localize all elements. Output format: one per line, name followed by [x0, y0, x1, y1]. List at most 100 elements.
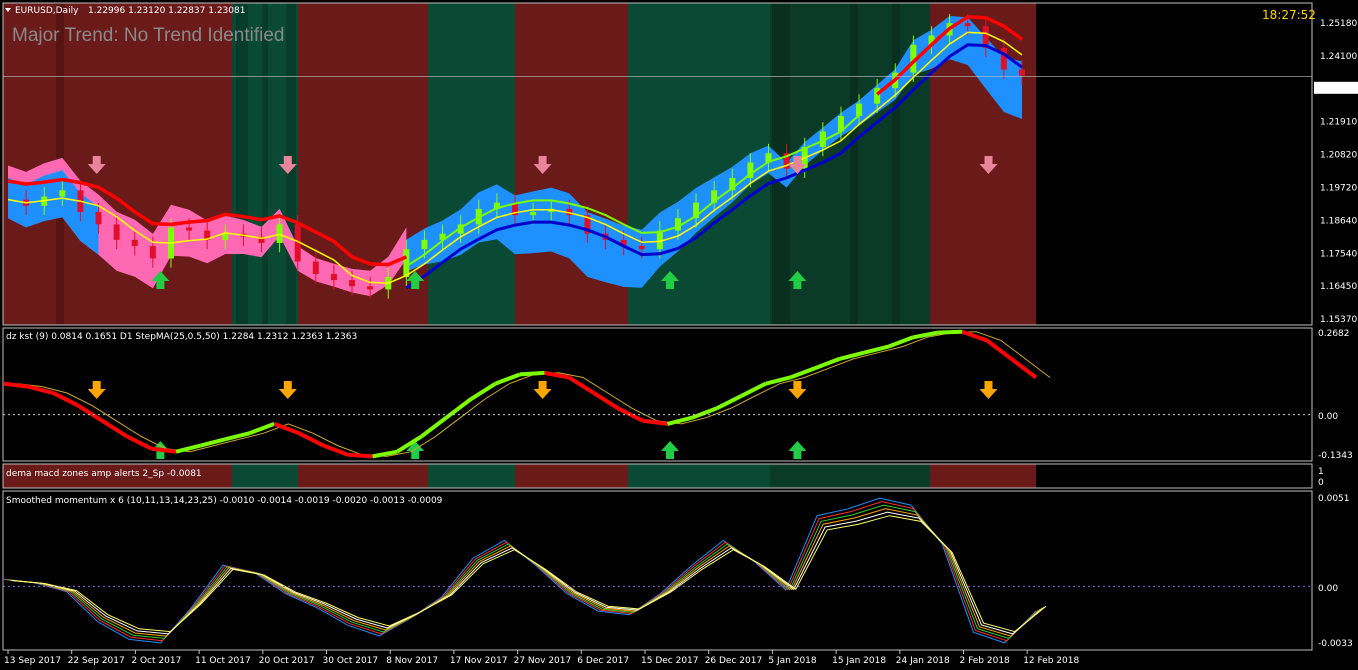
- kst-title: dz kst (9) 0.0814 0.1651 D1 StepMA(25,0.…: [6, 332, 357, 342]
- date-label: 11 Oct 2017: [195, 656, 251, 666]
- candle-body: [1019, 69, 1025, 76]
- date-label: 17 Nov 2017: [450, 656, 508, 666]
- momentum-line: [11, 511, 1045, 635]
- clock-label: 18:27:52: [1262, 8, 1316, 22]
- price-tick-label: 1.17540: [1320, 249, 1357, 259]
- candle-body: [222, 233, 229, 240]
- date-label: 27 Nov 2017: [514, 656, 572, 666]
- kst-line: [666, 415, 693, 426]
- zone-stripe: [262, 3, 268, 325]
- momentum-line: [5, 501, 1039, 642]
- kst-line: [76, 403, 104, 423]
- price-tick-label: 1.24100: [1320, 52, 1357, 62]
- kst-down-arrow: [87, 381, 106, 399]
- macd-zone-band: [930, 464, 1036, 488]
- kst-line: [544, 370, 570, 380]
- momentum-tick-label: 0.00: [1318, 584, 1338, 594]
- candle-body: [367, 286, 374, 290]
- ohlc-label: 1.22996 1.23120 1.22837 1.23081: [88, 6, 245, 16]
- price-tick-label: 1.23081: [1320, 85, 1357, 95]
- candle-body: [312, 261, 319, 274]
- macd-zone-band: [628, 464, 770, 488]
- date-label: 22 Sep 2017: [68, 656, 125, 666]
- kst-tick-label: 0.2682: [1318, 329, 1350, 339]
- kst-down-arrow: [788, 381, 807, 399]
- kst-line: [125, 434, 153, 451]
- price-tick-label: 1.20820: [1320, 151, 1357, 161]
- date-label: 15 Jan 2018: [832, 656, 886, 666]
- kst-line: [347, 452, 373, 459]
- price-tick-label: 1.21910: [1320, 118, 1357, 128]
- kst-signal-line: [17, 331, 1051, 457]
- candle-body: [964, 23, 971, 27]
- kst-line: [568, 375, 595, 395]
- candle-body: [403, 249, 410, 278]
- date-label: 20 Oct 2017: [259, 656, 315, 666]
- kst-line: [887, 335, 914, 349]
- kst-line: [1010, 357, 1038, 380]
- price-tick-label: 1.25180: [1320, 19, 1357, 29]
- price-tick-label: 1.15370: [1320, 315, 1357, 325]
- pane-border: [2, 490, 1313, 651]
- macd-zone-band: [298, 464, 428, 488]
- symbol-label: EURUSD,Daily: [15, 6, 79, 16]
- trend-status: Major Trend: No Trend Identified: [12, 25, 284, 46]
- date-label: 26 Dec 2017: [705, 656, 763, 666]
- kst-line: [838, 350, 865, 361]
- kst-line: [985, 338, 1013, 361]
- kst-up-arrow: [788, 441, 807, 459]
- kst-line: [961, 329, 988, 343]
- kst-line: [101, 419, 128, 438]
- macd-zone-band: [428, 464, 515, 488]
- date-label: 2 Oct 2017: [131, 656, 181, 666]
- pane-border: [2, 327, 1313, 462]
- zone-stripe: [892, 3, 900, 325]
- zone-band: [428, 3, 515, 325]
- candle-body: [330, 273, 337, 281]
- price-tick-label: 1.16450: [1320, 282, 1357, 292]
- date-label: 24 Jan 2018: [896, 656, 950, 666]
- candle-body: [856, 103, 863, 117]
- price-tick-label: 1.18640: [1320, 216, 1357, 226]
- candle-body: [349, 280, 356, 287]
- kst-tick-label: -0.1343: [1318, 451, 1353, 461]
- zone-band: [3, 3, 32, 325]
- momentum-line: [7, 504, 1041, 639]
- kst-line: [937, 329, 963, 335]
- chart-canvas[interactable]: 1.25180 1.24100 1.23081 1.21910 1.20820 1.197…: [0, 0, 1358, 670]
- candle-body: [638, 246, 645, 250]
- date-label: 2 Feb 2018: [960, 656, 1011, 666]
- kst-line: [420, 416, 448, 438]
- kst-line: [494, 372, 521, 386]
- kst-line: [52, 391, 79, 408]
- kst-line: [715, 394, 743, 411]
- momentum-title: Smoothed momentum x 6 (10,11,13,14,23,25…: [6, 496, 443, 506]
- macd-zone-band: [515, 464, 628, 488]
- kst-line: [175, 443, 202, 454]
- date-label: 12 Feb 2018: [1023, 656, 1079, 666]
- kst-line: [372, 449, 398, 459]
- kst-line: [200, 437, 226, 448]
- kst-line: [519, 370, 545, 377]
- date-label: 5 Jan 2018: [768, 656, 816, 666]
- kst-line: [273, 422, 300, 436]
- momentum-line: [3, 497, 1037, 644]
- kst-line: [28, 384, 54, 395]
- candle-body: [95, 211, 102, 225]
- kst-up-arrow: [661, 441, 679, 459]
- candle-body: [186, 227, 193, 231]
- macd-zone-band: [232, 464, 298, 488]
- kst-line: [740, 381, 767, 398]
- momentum-tick-label: -0.0033: [1318, 639, 1353, 649]
- kst-tick-label: 0.00: [1318, 412, 1338, 422]
- macd-zone-band: [770, 464, 930, 488]
- zone-stripe: [236, 3, 248, 325]
- date-label: 8 Nov 2017: [386, 656, 438, 666]
- candle-body: [530, 211, 537, 216]
- momentum-line: [13, 515, 1047, 633]
- kst-line: [469, 381, 497, 401]
- candle-body: [421, 239, 428, 250]
- date-label: 30 Oct 2017: [323, 656, 379, 666]
- candle-body: [656, 230, 663, 250]
- kst-line: [789, 366, 816, 380]
